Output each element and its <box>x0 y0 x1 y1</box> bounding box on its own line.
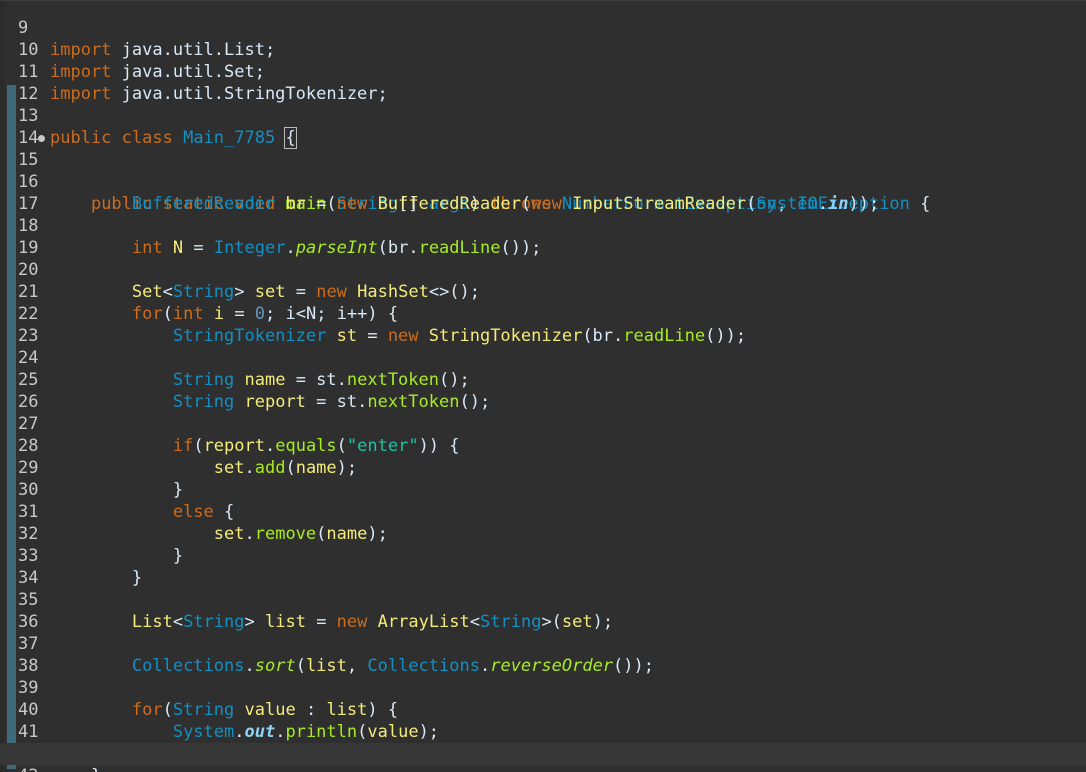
current-code-line[interactable]: 43 } <box>0 743 1086 772</box>
code-line[interactable]: 32 } <box>0 501 1086 566</box>
code-line[interactable]: 10 import java.util.Set; <box>0 17 1086 82</box>
code-line[interactable]: 42 } <box>0 721 1086 772</box>
code-line[interactable]: 21 for(int i = 0; i<N; i++) { <box>0 259 1086 324</box>
code-line[interactable]: 25 String report = st.nextToken(); <box>0 347 1086 412</box>
code-line[interactable]: 28 set.add(name); <box>0 413 1086 478</box>
code-line[interactable]: 40 System.out.println(value); <box>0 677 1086 742</box>
code-line[interactable]: 13 public class Main_7785 { <box>0 83 1086 149</box>
code-line[interactable]: 19 <box>0 215 1086 258</box>
code-line[interactable]: 31 set.remove(name); <box>0 479 1086 544</box>
code-line[interactable]: 23 <box>0 303 1086 346</box>
code-line[interactable]: 34 <box>0 545 1086 588</box>
code-line[interactable]: 11 import java.util.StringTokenizer; <box>0 39 1086 104</box>
code-line[interactable]: 41 } <box>0 699 1086 764</box>
code-line[interactable]: 27 if(report.equals("enter")) { <box>0 391 1086 456</box>
code-line[interactable]: 37 Collections.sort(list, Collections.re… <box>0 611 1086 676</box>
code-line[interactable]: 12 <box>0 61 1086 104</box>
code-line[interactable]: 29 } <box>0 435 1086 500</box>
code-line[interactable]: 24 String name = st.nextToken(); <box>0 325 1086 390</box>
code-line[interactable]: 16 BufferedReader br = new BufferedReade… <box>0 149 1086 214</box>
code-line[interactable]: 20 Set<String> set = new HashSet<>(); <box>0 237 1086 302</box>
code-line[interactable]: 26 <box>0 369 1086 412</box>
code-line[interactable]: 17 <box>0 171 1086 214</box>
code-line[interactable]: 39 for(String value : list) { <box>0 655 1086 720</box>
code-line[interactable]: 22 StringTokenizer st = new StringTokeni… <box>0 281 1086 346</box>
code-line[interactable]: 14 <box>0 105 1086 148</box>
code-line[interactable]: 36 <box>0 589 1086 632</box>
code-line[interactable]: 15 public static void main(String[] args… <box>0 127 1086 214</box>
code-editor[interactable]: 9 import java.util.List; 10 import java.… <box>0 0 1086 772</box>
code-line[interactable]: 9 import java.util.List; <box>0 1 1086 60</box>
code-line[interactable]: 38 <box>0 633 1086 676</box>
code-line[interactable]: 18 int N = Integer.parseInt(br.readLine(… <box>0 193 1086 258</box>
code-line[interactable]: 35 List<String> list = new ArrayList<Str… <box>0 567 1086 632</box>
fold-marker-icon[interactable] <box>38 135 45 142</box>
code-line[interactable]: 33 } <box>0 523 1086 588</box>
code-line[interactable]: 30 else { <box>0 457 1086 522</box>
